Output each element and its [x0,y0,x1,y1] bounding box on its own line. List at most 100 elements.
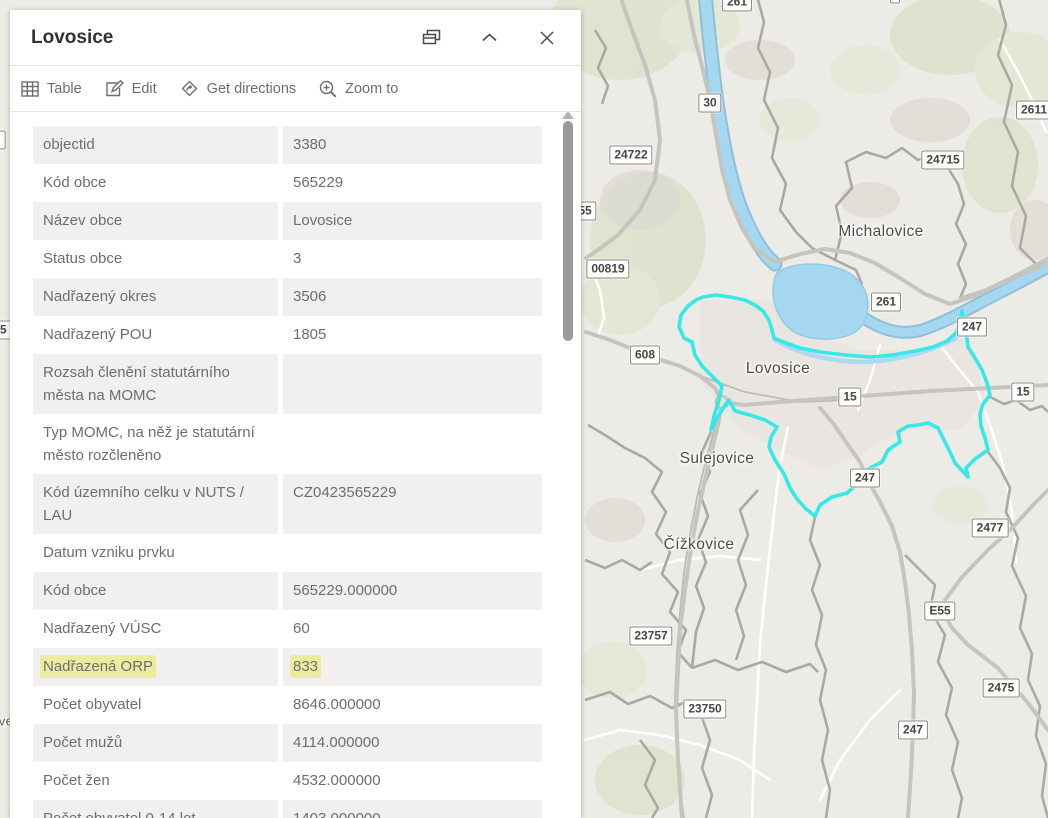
table-row: Počet mužů4114.000000 [33,724,542,762]
table-row: Počet obyvatel8646.000000 [33,686,542,724]
popup-toolbar: Table Edit Get directions [10,66,581,112]
table-row: Typ MOMC, na něž je statutární město roz… [33,414,542,474]
field-label: Datum vzniku prvku [33,534,278,572]
field-value [283,414,542,474]
road-shield: 30 [698,94,721,113]
get-directions-button[interactable]: Get directions [179,77,297,100]
close-icon [540,31,554,45]
attribute-table: objectid3380Kód obce565229Název obceLovo… [33,126,542,818]
field-value: 833 [283,648,542,686]
road-shield: 247 [898,721,928,740]
field-label: Status obce [33,240,278,278]
scroll-up-arrow[interactable] [561,112,575,120]
field-label: Nadřazený POU [33,316,278,354]
field-label: Rozsah členění statutárního města na MOM… [33,354,278,414]
highlighted-text: Nadřazená ORP [43,658,153,675]
field-label: Nadřazený okres [33,278,278,316]
table-row: Nadřazená ORP 833 [33,648,542,686]
field-label: Počet mužů [33,724,278,762]
field-label: Kód obce [33,572,278,610]
zoom-to-icon [319,80,337,98]
road-shield: 261 [871,293,901,312]
road-shield: 15 [838,388,861,407]
dock-button[interactable] [411,19,451,57]
popup-panel: Lovosice [10,10,581,818]
place-label: Sulejovice [680,450,755,468]
field-label: Nadřazená ORP [33,648,278,686]
table-row: Kód obce565229 [33,164,542,202]
field-value: Lovosice [283,202,542,240]
field-value: CZ0423565229 [283,474,542,534]
table-row: Počet žen4532.000000 [33,762,542,800]
popup-content: objectid3380Kód obce565229Název obceLovo… [10,112,581,818]
place-label: Michalovice [838,223,923,241]
table-button[interactable]: Table [20,79,83,99]
directions-icon [180,79,199,98]
road-shield: 247 [957,318,987,337]
road-shield: 247 [850,469,880,488]
field-value: 4114.000000 [283,724,542,762]
road-shield: 23757 [629,627,672,646]
collapse-button[interactable] [469,19,509,57]
field-value: 565229.000000 [283,572,542,610]
zoom-to-button-label: Zoom to [345,81,398,97]
place-label: Lovosice [746,360,810,378]
field-value: 3380 [283,126,542,164]
road-shield: 2611 [1016,101,1048,120]
scrollbar-thumb[interactable] [563,121,573,341]
road-shield: E55 [924,602,955,621]
field-value: 1403.000000 [283,800,542,818]
table-button-label: Table [47,81,82,97]
chevron-up-icon [482,33,497,42]
field-value: 3506 [283,278,542,316]
road-shield: 24722 [609,146,652,165]
dock-icon [422,29,441,47]
road-shield: 261 [722,0,752,12]
road-shield: 608 [630,346,660,365]
table-icon [21,81,39,97]
field-label: Počet obyvatel [33,686,278,724]
field-label: Počet obyvatel 0-14 let [33,800,278,818]
field-value: 60 [283,610,542,648]
road-shield: 23750 [683,700,726,719]
table-row: Počet obyvatel 0-14 let 1403.000000 [33,800,542,818]
table-row: Kód obce565229.000000 [33,572,542,610]
road-shield: 00819 [586,260,629,279]
field-value: 8646.000000 [283,686,542,724]
table-row: objectid3380 [33,126,542,164]
zoom-to-button[interactable]: Zoom to [318,78,399,100]
field-label: Název obce [33,202,278,240]
close-button[interactable] [527,19,567,57]
table-row: Název obceLovosice [33,202,542,240]
table-row: Status obce3 [33,240,542,278]
field-value [283,354,542,414]
field-value: 3 [283,240,542,278]
road-shield: 24715 [921,151,964,170]
table-row: Kód územního celku v NUTS / LAUCZ0423565… [33,474,542,534]
field-value: 4532.000000 [283,762,542,800]
field-value: 1805 [283,316,542,354]
highlighted-text: 833 [293,658,318,675]
table-row: Rozsah členění statutárního města na MOM… [33,354,542,414]
road-shield: 2477 [972,519,1009,538]
road-shield [890,0,900,4]
field-label: Kód územního celku v NUTS / LAU [33,474,278,534]
edit-button-label: Edit [132,81,157,97]
place-label: Čížkovice [664,536,735,554]
table-row: Nadřazený POU1805 [33,316,542,354]
table-row: Nadřazený VÚSC60 [33,610,542,648]
popup-header: Lovosice [10,10,581,66]
table-row: Nadřazený okres3506 [33,278,542,316]
table-row: Datum vzniku prvku [33,534,542,572]
edit-button[interactable]: Edit [104,78,158,99]
road-shield: 2475 [983,679,1020,698]
field-value [283,534,542,572]
get-directions-button-label: Get directions [207,81,296,97]
field-value: 565229 [283,164,542,202]
field-label: Kód obce [33,164,278,202]
road-shield: 2 [0,131,5,150]
field-label: Nadřazený VÚSC [33,610,278,648]
popup-title: Lovosice [31,27,411,49]
field-label: Typ MOMC, na něž je statutární město roz… [33,414,278,474]
edit-icon [105,80,124,97]
